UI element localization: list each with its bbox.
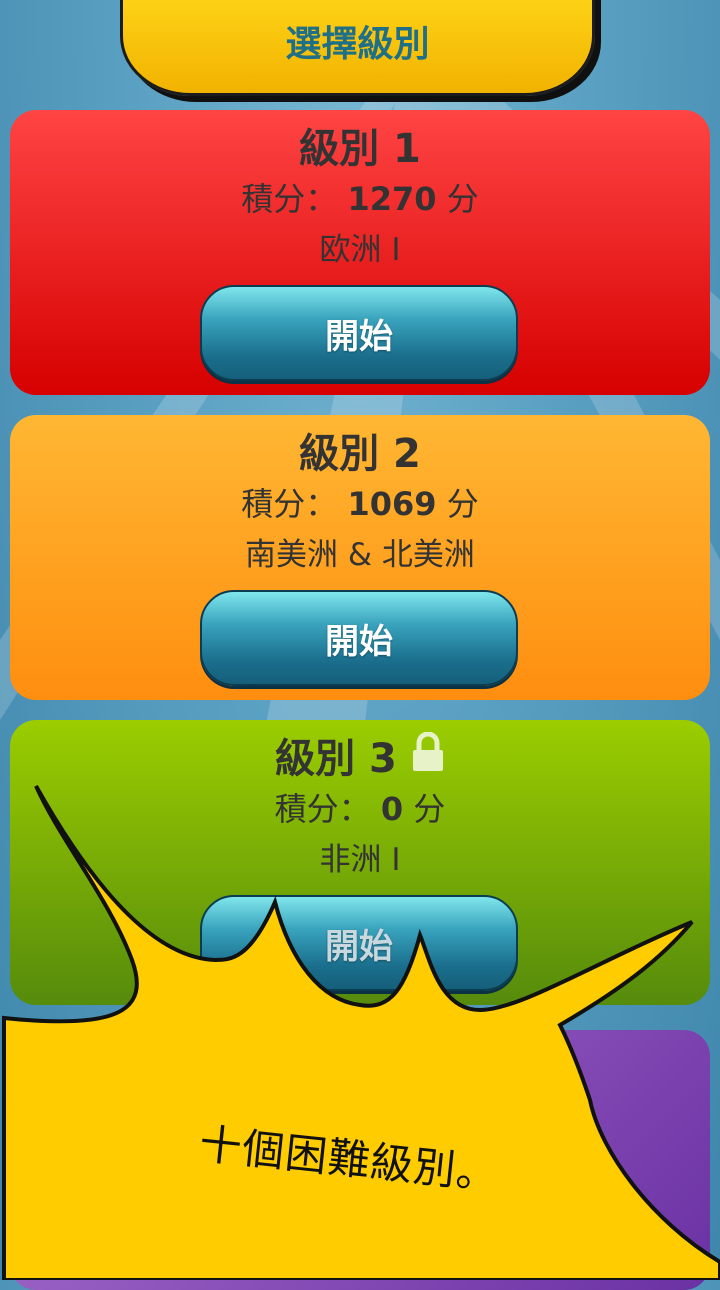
level-score: 積分： 1069 分 bbox=[10, 479, 710, 525]
level-card-1: 級別 1 積分： 1270 分 欧洲 I 開始 bbox=[10, 110, 710, 395]
page-title-banner: 選擇級別 bbox=[120, 0, 595, 96]
level-title-row: 級別 3 bbox=[10, 726, 710, 786]
score-unit: 分 bbox=[446, 485, 479, 523]
start-button-level-1[interactable]: 開始 bbox=[200, 285, 518, 381]
level-title: 級別 2 bbox=[299, 431, 421, 477]
level-region: 南美洲 & 北美洲 bbox=[245, 537, 475, 573]
level-region: 欧洲 I bbox=[319, 232, 401, 268]
score-value: 1270 bbox=[347, 180, 437, 218]
score-unit: 分 bbox=[446, 180, 479, 218]
score-label: 積分： bbox=[241, 485, 338, 523]
tooltip-burst[interactable] bbox=[0, 780, 720, 1280]
level-title: 級別 1 bbox=[299, 126, 421, 172]
lock-icon bbox=[411, 731, 445, 782]
start-button-level-2[interactable]: 開始 bbox=[200, 590, 518, 686]
level-score: 積分： 1270 分 bbox=[10, 174, 710, 220]
level-card-2: 級別 2 積分： 1069 分 南美洲 & 北美洲 開始 bbox=[10, 415, 710, 700]
page-title: 選擇級別 bbox=[285, 24, 430, 65]
score-value: 1069 bbox=[347, 485, 437, 523]
level-title: 級別 3 bbox=[275, 736, 397, 782]
score-label: 積分： bbox=[241, 180, 338, 218]
